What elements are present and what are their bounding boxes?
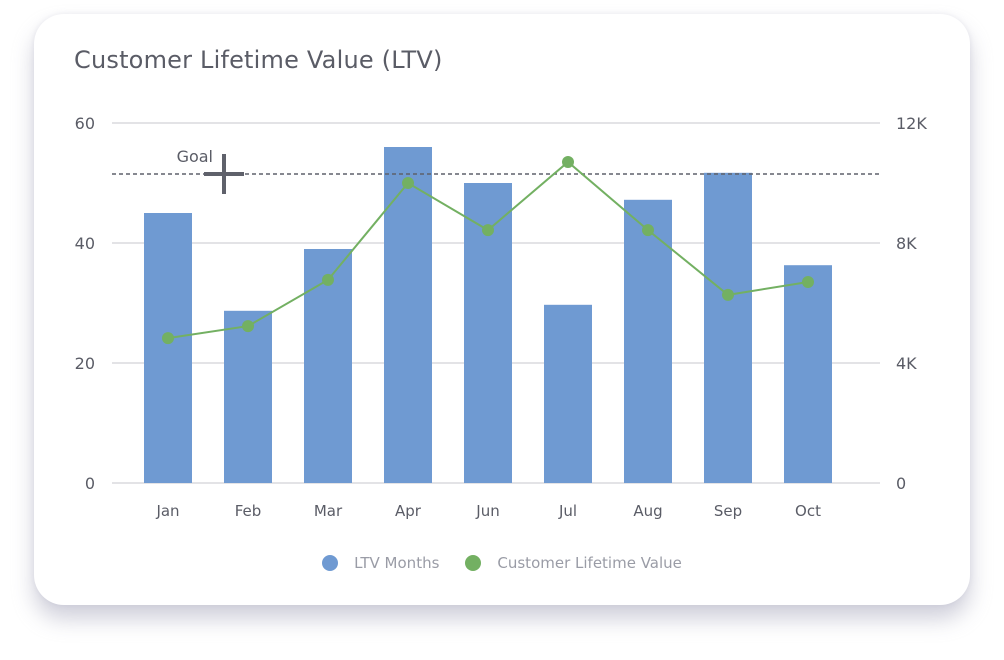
bar-jul[interactable] — [544, 304, 592, 483]
x-tick-label: Aug — [633, 502, 662, 520]
legend-item-ltv-months[interactable]: LTV Months — [322, 554, 439, 572]
bar-aug[interactable] — [624, 199, 672, 484]
legend-swatch-ltv-months — [322, 555, 339, 571]
bar-sep[interactable] — [704, 172, 752, 484]
clv-point-feb[interactable] — [242, 320, 254, 333]
left-tick-label: 60 — [75, 114, 95, 133]
legend-label: Customer Lifetime Value — [497, 554, 682, 572]
x-tick-label: Sep — [714, 502, 742, 520]
clv-point-jul[interactable] — [562, 156, 574, 168]
legend: LTV Months Customer Lifetime Value — [0, 554, 1004, 572]
legend-swatch-clv — [465, 555, 482, 571]
left-tick-label: 0 — [85, 474, 95, 493]
right-tick-label: 4K — [896, 354, 917, 373]
left-tick-label: 40 — [75, 234, 95, 253]
clv-point-jun[interactable] — [482, 224, 494, 237]
x-tick-label: Oct — [795, 502, 821, 520]
clv-point-apr[interactable] — [402, 177, 414, 189]
bar-feb[interactable] — [224, 310, 272, 483]
x-tick-label: Jun — [475, 502, 499, 520]
clv-point-jan[interactable] — [162, 332, 174, 345]
x-tick-label: Jan — [155, 502, 179, 520]
clv-point-sep[interactable] — [722, 288, 734, 301]
x-tick-label: Jul — [558, 502, 577, 520]
x-tick-label: Apr — [395, 502, 422, 520]
right-tick-label: 0 — [896, 474, 906, 493]
legend-label: LTV Months — [354, 554, 440, 572]
clv-point-aug[interactable] — [642, 224, 654, 237]
crosshair-cursor-icon — [204, 154, 244, 194]
bar-apr[interactable] — [384, 147, 432, 483]
bar-jan[interactable] — [144, 213, 192, 483]
clv-point-oct[interactable] — [802, 276, 814, 288]
bar-oct[interactable] — [784, 265, 832, 483]
x-tick-label: Feb — [235, 502, 262, 520]
right-tick-label: 12K — [896, 114, 927, 133]
x-tick-label: Mar — [314, 502, 343, 520]
left-tick-label: 20 — [75, 354, 95, 373]
clv-point-mar[interactable] — [322, 273, 334, 286]
legend-item-customer-lifetime-value[interactable]: Customer Lifetime Value — [465, 554, 682, 572]
right-tick-label: 8K — [896, 234, 917, 253]
